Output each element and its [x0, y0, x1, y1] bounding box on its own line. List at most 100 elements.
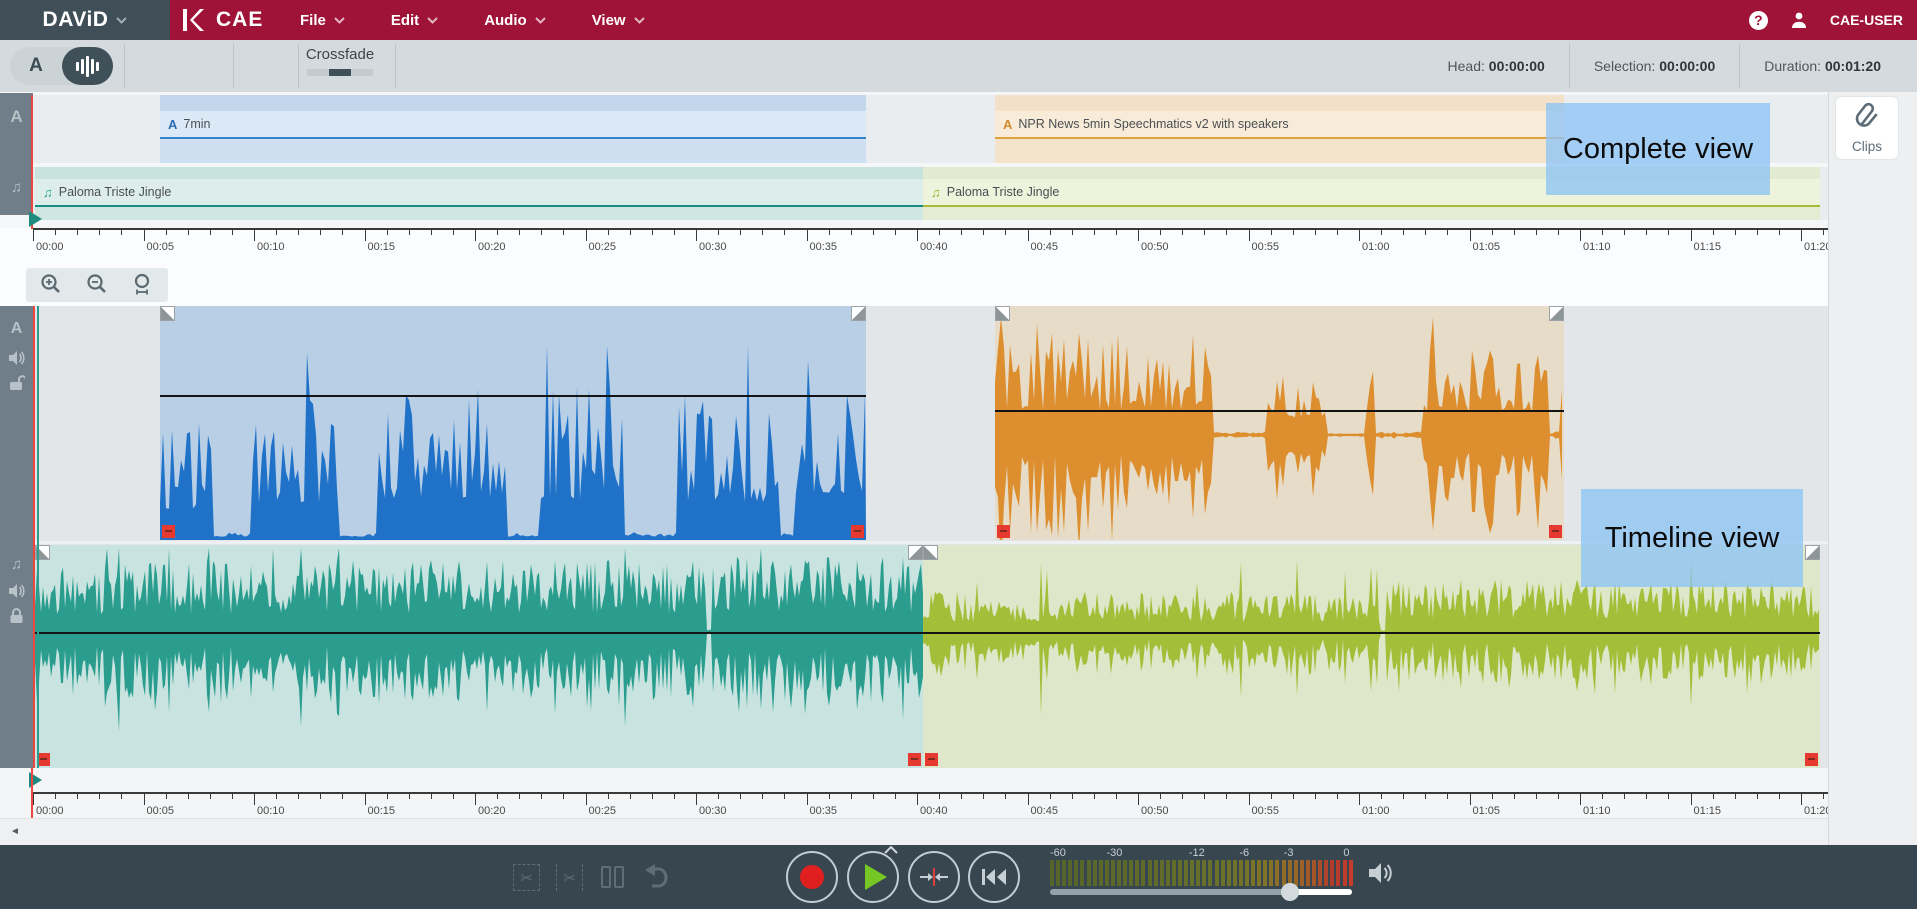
ruler-major-tick: [1801, 794, 1802, 805]
brand-menu[interactable]: DAViD: [0, 0, 170, 40]
overview-head-marker[interactable]: [29, 211, 42, 227]
meter-segment: [1196, 860, 1200, 886]
timeline-clips-area[interactable]: [33, 306, 1828, 768]
clip-end-marker[interactable]: [1805, 753, 1818, 766]
cut-region-icon[interactable]: ✂: [556, 864, 583, 891]
ruler-minor-tick: [1646, 230, 1647, 235]
ruler-minor-tick: [1668, 230, 1669, 235]
volume-envelope-line[interactable]: [923, 632, 1820, 634]
crossfade-control[interactable]: Crossfade: [300, 46, 380, 76]
fade-in-handle[interactable]: [995, 306, 1010, 321]
fade-out-handle[interactable]: [851, 306, 866, 321]
help-icon[interactable]: ?: [1749, 11, 1768, 30]
timeline-clip[interactable]: [160, 306, 866, 540]
zoom-in-button[interactable]: [38, 272, 64, 298]
ruler-minor-tick: [718, 794, 719, 799]
volume-envelope-line[interactable]: [35, 632, 923, 634]
ruler-major-tick: [586, 230, 587, 241]
clips-panel-button[interactable]: Clips: [1835, 96, 1899, 160]
clip-start-marker[interactable]: [162, 525, 175, 538]
ruler-time-label: 01:05: [1473, 241, 1501, 253]
track-music-speaker-icon[interactable]: [8, 583, 26, 599]
menu-view[interactable]: View: [592, 12, 645, 29]
clip-end-marker[interactable]: [851, 525, 864, 538]
overview-clip[interactable]: ANPR News 5min Speechmatics v2 with spea…: [995, 95, 1564, 163]
clip-start-marker[interactable]: [925, 753, 938, 766]
volume-envelope-line[interactable]: [995, 410, 1564, 412]
overview-ruler[interactable]: 00:0000:0500:1000:1500:2000:2500:3000:35…: [0, 228, 1828, 263]
play-options-caret-icon[interactable]: [884, 846, 898, 854]
zoom-out-button[interactable]: [84, 272, 110, 298]
meter-segment: [1154, 860, 1158, 886]
play-button[interactable]: [847, 851, 899, 903]
view-mode-toggle[interactable]: A: [10, 47, 113, 85]
record-button[interactable]: [786, 851, 838, 903]
ruler-minor-tick: [1226, 794, 1227, 799]
ruler-major-tick: [1580, 794, 1581, 805]
overview-playhead[interactable]: [31, 95, 33, 229]
ruler-minor-tick: [895, 230, 896, 235]
ruler-playhead[interactable]: [31, 768, 33, 818]
track-music-lock-icon[interactable]: [8, 607, 25, 624]
ruler-major-tick: [1249, 794, 1250, 805]
horizontal-scrollbar[interactable]: ◄: [0, 818, 1828, 845]
ruler-minor-tick: [55, 794, 56, 799]
meter-segment: [1129, 860, 1133, 886]
volume-slider[interactable]: [1050, 889, 1352, 895]
track-a-unlock-icon[interactable]: [8, 374, 25, 391]
ruler-major-tick: [1138, 230, 1139, 241]
meter-segment: [1330, 860, 1334, 886]
revert-icon[interactable]: [643, 863, 673, 891]
track-a-speaker-icon[interactable]: [8, 350, 26, 366]
overview-clip[interactable]: ♫Paloma Triste Jingle: [35, 167, 923, 220]
fade-out-handle[interactable]: [908, 545, 923, 560]
waveform-mode-button[interactable]: [62, 47, 113, 85]
ruler-minor-tick: [674, 230, 675, 235]
meter-segment: [1324, 860, 1328, 886]
fade-in-handle[interactable]: [160, 306, 175, 321]
chevron-down-icon: [427, 17, 438, 24]
current-user[interactable]: CAE-USER: [1830, 12, 1903, 28]
volume-envelope-line[interactable]: [160, 395, 866, 397]
ruler-time-label: 00:45: [1031, 241, 1059, 253]
master-volume-icon[interactable]: [1368, 861, 1396, 885]
clip-type-audio-icon: A: [168, 117, 177, 132]
menu-file[interactable]: File: [300, 12, 345, 29]
crossfade-label: Crossfade: [300, 46, 380, 63]
fade-out-handle[interactable]: [1805, 545, 1820, 560]
split-clip-icon[interactable]: [601, 866, 624, 888]
meter-segment: [1141, 860, 1145, 886]
clip-end-marker[interactable]: [1549, 525, 1562, 538]
ruler-minor-tick: [453, 230, 454, 235]
crossfade-slider[interactable]: [307, 69, 373, 76]
duration-readout: Duration: 00:01:20: [1740, 58, 1905, 74]
user-icon[interactable]: [1790, 11, 1808, 29]
menu-audio[interactable]: Audio: [484, 12, 546, 29]
timeline-clip[interactable]: [995, 306, 1564, 540]
timeline-ruler[interactable]: 00:0000:0500:1000:1500:2000:2500:3000:35…: [0, 768, 1828, 818]
text-mode-button[interactable]: A: [10, 47, 62, 85]
timeline-head-cursor[interactable]: [37, 306, 39, 768]
menu-list: File Edit Audio View: [300, 0, 645, 40]
timeline-playhead[interactable]: [33, 306, 35, 768]
fade-out-handle[interactable]: [1549, 306, 1564, 321]
overview-clip-band: [160, 139, 866, 163]
zoom-controls-row: [0, 263, 1828, 306]
meter-segment: [1105, 860, 1109, 886]
meter-segment: [1166, 860, 1170, 886]
clip-end-marker[interactable]: [908, 753, 921, 766]
overview-clip[interactable]: A7min: [160, 95, 866, 163]
clip-start-marker[interactable]: [997, 525, 1010, 538]
zoom-fit-button[interactable]: [129, 272, 155, 298]
fade-in-handle[interactable]: [923, 545, 938, 560]
go-to-start-button[interactable]: [968, 851, 1020, 903]
scroll-left-arrow[interactable]: ◄: [10, 826, 20, 837]
meter-segment: [1275, 860, 1279, 886]
ruler-minor-tick: [718, 230, 719, 235]
volume-slider-thumb[interactable]: [1281, 883, 1299, 901]
cut-selection-icon[interactable]: ✂: [513, 864, 540, 891]
ruler-minor-tick: [652, 794, 653, 799]
menu-edit[interactable]: Edit: [391, 12, 438, 29]
timeline-clip[interactable]: [35, 545, 923, 768]
locate-selection-button[interactable]: [908, 851, 960, 903]
